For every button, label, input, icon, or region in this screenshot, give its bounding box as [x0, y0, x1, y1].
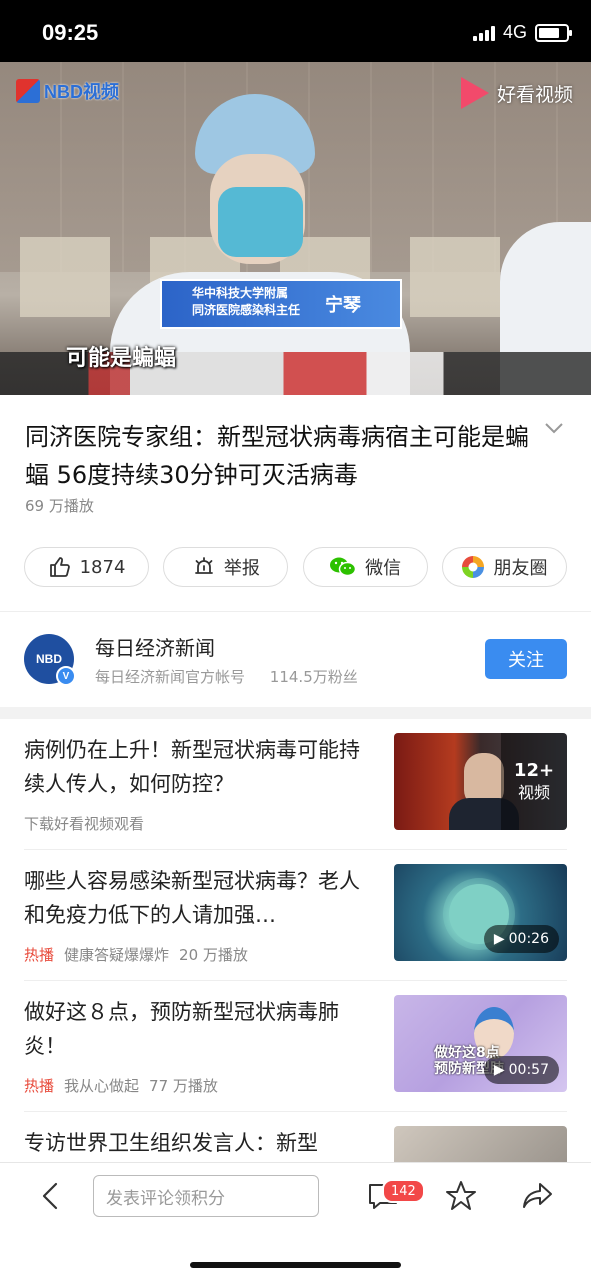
list-item-meta: 热播 健康答疑爆爆炸 20 万播放	[24, 944, 248, 965]
list-item-thumbnail[interactable]: 做好这8点 预防新型肺 ▶ 00:57	[394, 995, 567, 1092]
duration-text: 00:26	[508, 931, 549, 947]
speaker-name: 宁琴	[325, 295, 361, 316]
hot-badge: 热播	[24, 946, 55, 964]
list-item-title[interactable]: 专访世界卫生组织发言人：新型	[24, 1126, 374, 1160]
back-arrow-icon[interactable]	[36, 1181, 66, 1211]
video-count-label: 视频	[517, 782, 550, 802]
network-type: 4G	[502, 22, 527, 42]
publisher-meta: 每日经济新闻官方帐号 114.5万粉丝	[95, 666, 358, 687]
share-wechat-button[interactable]: 微信	[302, 547, 428, 587]
divider	[0, 611, 591, 612]
share-moments-button[interactable]: 朋友圈	[441, 547, 567, 587]
publisher-avatar[interactable]: NBD V	[24, 634, 76, 686]
action-bar: 1874 举报 微信 朋友圈	[24, 547, 567, 587]
publisher-name[interactable]: 每日经济新闻	[95, 632, 215, 661]
list-item-meta: 下载好看视频观看	[24, 813, 144, 834]
divider	[24, 1111, 567, 1112]
star-icon[interactable]	[444, 1179, 478, 1213]
list-item-source: 健康答疑爆爆炸	[64, 946, 170, 964]
list-item-meta: 热播 我从心做起 77 万播放	[24, 1075, 218, 1096]
haokan-logo-text: 好看视频	[496, 83, 573, 106]
verified-icon: V	[56, 666, 76, 686]
divider	[24, 980, 567, 981]
avatar-text: NBD	[36, 652, 62, 666]
chevron-down-icon[interactable]	[544, 418, 564, 438]
like-button[interactable]: 1874	[24, 547, 149, 587]
play-count: 69 万播放	[25, 497, 94, 515]
list-item-source: 下载好看视频观看	[24, 815, 145, 833]
video-subtitle: 可能是蝙蝠	[66, 346, 177, 371]
hot-badge: 热播	[24, 1077, 55, 1095]
list-item-thumbnail[interactable]: 12+ 视频	[394, 733, 567, 830]
list-item-source: 我从心做起	[64, 1077, 140, 1095]
list-item-plays: 77 万播放	[149, 1077, 218, 1095]
speaker-mask	[218, 187, 303, 257]
list-item[interactable]: 专访世界卫生组织发言人：新型	[24, 1126, 567, 1162]
signal-icon	[472, 25, 495, 41]
play-icon: ▶	[493, 1062, 505, 1078]
follow-button[interactable]: 关注	[485, 639, 567, 679]
duration-text: 00:57	[508, 1062, 549, 1078]
publisher-followers: 114.5万粉丝	[269, 668, 358, 686]
comment-count-badge: 142	[382, 1179, 425, 1203]
status-time: 09:25	[42, 20, 99, 45]
moments-label: 朋友圈	[493, 558, 548, 579]
report-icon	[194, 557, 213, 574]
list-item-title[interactable]: 病例仍在上升！新型冠状病毒可能持续人传人，如何防控？	[24, 733, 374, 801]
wechat-label: 微信	[365, 558, 402, 579]
list-item-thumbnail[interactable]: ▶ 00:26	[394, 864, 567, 961]
list-item-thumbnail[interactable]	[394, 1126, 567, 1162]
speaker-org-line1: 华中科技大学附属	[192, 286, 289, 300]
video-count: 12+	[513, 759, 555, 781]
haokan-logo: 好看视频	[460, 77, 573, 109]
comment-input[interactable]: 发表评论领积分	[93, 1175, 319, 1217]
home-indicator[interactable]	[190, 1262, 401, 1268]
publisher-row[interactable]: NBD V 每日经济新闻 每日经济新闻官方帐号 114.5万粉丝 关注	[24, 632, 567, 692]
duration-badge: ▶ 00:57	[483, 1056, 559, 1084]
moments-icon	[462, 556, 485, 578]
haokan-play-icon	[460, 77, 489, 109]
list-item[interactable]: 哪些人容易感染新型冠状病毒？老人和免疫力低下的人请加强… 热播 健康答疑爆爆炸 …	[24, 864, 567, 974]
speaker-org: 华中科技大学附属 同济医院感染科主任	[192, 285, 300, 319]
list-item-plays: 20 万播放	[179, 946, 248, 964]
divider	[24, 849, 567, 850]
publisher-description: 每日经济新闻官方帐号	[95, 668, 246, 686]
report-label: 举报	[223, 558, 260, 579]
report-button[interactable]: 举报	[163, 547, 289, 587]
battery-icon	[535, 23, 572, 42]
share-icon[interactable]	[521, 1179, 555, 1213]
like-count: 1874	[79, 556, 126, 578]
status-icons: 4G	[472, 22, 572, 43]
section-divider	[0, 707, 591, 719]
thumbs-up-icon	[49, 557, 70, 577]
list-item-title[interactable]: 哪些人容易感染新型冠状病毒？老人和免疫力低下的人请加强…	[24, 864, 374, 932]
comment-placeholder: 发表评论领积分	[106, 1188, 225, 1209]
list-item[interactable]: 做好这８点，预防新型冠状病毒肺炎！ 热播 我从心做起 77 万播放 做好这8点 …	[24, 995, 567, 1105]
play-icon: ▶	[493, 931, 505, 947]
speaker-caption: 华中科技大学附属 同济医院感染科主任 宁琴	[160, 279, 402, 329]
nbd-video-logo: NBD视频	[16, 78, 119, 104]
list-item-title[interactable]: 做好这８点，预防新型冠状病毒肺炎！	[24, 995, 374, 1063]
wechat-icon	[330, 557, 357, 577]
video-player[interactable]: NBD视频 好看视频 华中科技大学附属 同济医院感染科主任 宁琴 可能是蝙蝠	[0, 62, 591, 395]
duration-badge: ▶ 00:26	[483, 925, 559, 953]
list-item[interactable]: 病例仍在上升！新型冠状病毒可能持续人传人，如何防控？ 下载好看视频观看 12+ …	[24, 733, 567, 843]
nbd-logo-icon	[16, 79, 40, 103]
video-count-overlay: 12+ 视频	[501, 733, 567, 830]
status-bar: 09:25 4G	[0, 0, 591, 62]
speaker-org-line2: 同济医院感染科主任	[192, 303, 301, 317]
nbd-logo-text: NBD视频	[44, 82, 119, 102]
article-title: 同济医院专家组：新型冠状病毒病宿主可能是蝙蝠 56度持续30分钟可灭活病毒	[25, 423, 529, 489]
